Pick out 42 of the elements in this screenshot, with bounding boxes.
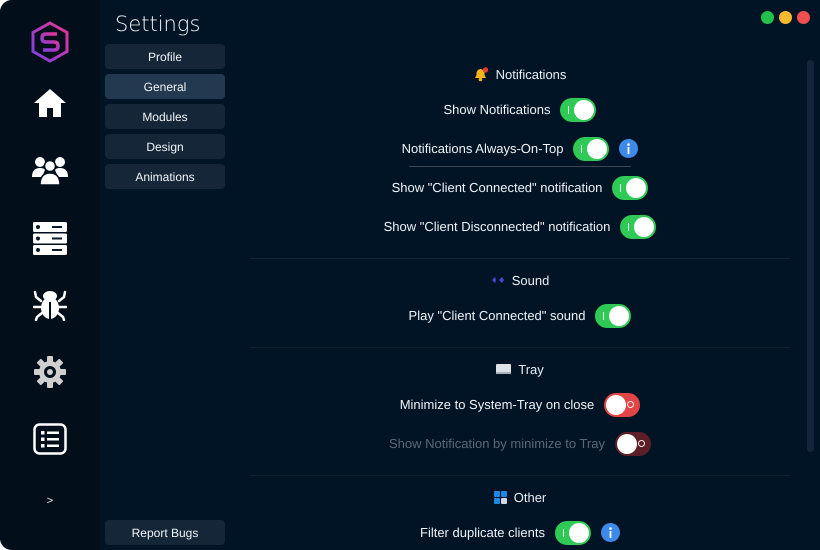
list-icon[interactable] bbox=[33, 423, 67, 455]
toggle-switch[interactable] bbox=[595, 304, 632, 328]
info-icon[interactable] bbox=[601, 523, 620, 542]
tray-icon bbox=[496, 364, 512, 374]
nav-tab[interactable]: Design bbox=[105, 134, 225, 159]
nav-tab[interactable]: Profile bbox=[105, 44, 225, 69]
home-icon[interactable] bbox=[33, 88, 67, 118]
bug-icon[interactable] bbox=[33, 289, 67, 321]
info-icon[interactable] bbox=[619, 139, 638, 158]
setting-label: Show Notification by minimize to Tray bbox=[388, 436, 606, 451]
server-icon[interactable] bbox=[33, 222, 67, 255]
page-title: Settings bbox=[114, 11, 202, 38]
section-title: Notifications bbox=[496, 66, 566, 82]
toggle-switch[interactable] bbox=[555, 520, 591, 544]
toggle-switch[interactable] bbox=[604, 392, 640, 416]
grid-icon bbox=[494, 490, 507, 504]
minimize-button[interactable] bbox=[779, 11, 792, 24]
nav-tab[interactable]: Animations bbox=[105, 164, 225, 189]
settings-icon[interactable] bbox=[34, 356, 66, 388]
nav-tab[interactable]: Modules bbox=[105, 104, 225, 129]
users-icon[interactable] bbox=[32, 155, 68, 185]
close-button[interactable] bbox=[797, 11, 810, 24]
section-title: Sound bbox=[512, 272, 550, 288]
toggle-switch[interactable] bbox=[620, 214, 656, 238]
setting-label: Show "Client Disconnected" notification bbox=[384, 219, 610, 234]
setting-label: Notifications Always-On-Top bbox=[402, 141, 564, 156]
logo-icon bbox=[31, 21, 69, 63]
nav-tab[interactable]: General bbox=[105, 74, 225, 99]
section-title: Tray bbox=[518, 362, 544, 376]
toggle-switch[interactable] bbox=[612, 176, 648, 200]
setting-label: Minimize to System-Tray on close bbox=[400, 397, 594, 412]
maximize-button[interactable] bbox=[761, 11, 774, 24]
toggle-switch[interactable] bbox=[560, 98, 596, 122]
bell-icon bbox=[474, 66, 489, 82]
setting-label: Show "Client Connected" notification bbox=[392, 180, 602, 195]
toggle-switch[interactable] bbox=[573, 136, 610, 160]
section-title: Other bbox=[514, 490, 546, 504]
setting-label: Show Notifications bbox=[444, 102, 550, 117]
setting-label: Filter duplicate clients bbox=[420, 525, 545, 540]
report-bugs-button[interactable]: Report Bugs bbox=[105, 520, 225, 545]
sound-icon bbox=[490, 275, 505, 285]
setting-label: Play "Client Connected" sound bbox=[408, 308, 586, 323]
